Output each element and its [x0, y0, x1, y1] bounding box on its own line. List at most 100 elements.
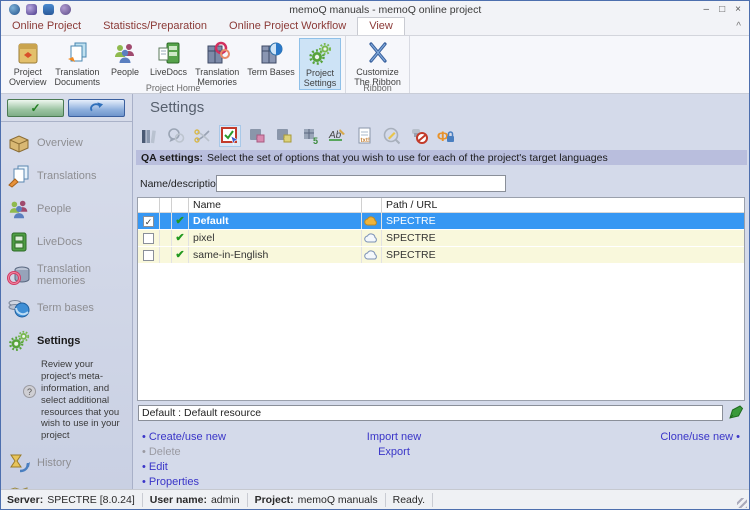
clone-use-new-link[interactable]: Clone/use new•	[660, 431, 743, 443]
ribbon-tabs: Online Project Statistics/Preparation On…	[1, 18, 749, 36]
cloud-resource-icon	[364, 216, 379, 227]
server-administrator-icon[interactable]	[26, 4, 37, 15]
tab-statistics-preparation[interactable]: Statistics/Preparation	[92, 18, 218, 35]
customize-ribbon-icon	[365, 40, 391, 66]
button-label: People	[111, 67, 139, 77]
sidebar-item-livedocs[interactable]: LiveDocs	[1, 225, 132, 258]
overview-icon	[7, 131, 31, 155]
window-controls: – □ ×	[704, 4, 741, 15]
qa-settings-icon[interactable]	[220, 126, 240, 146]
check-icon: ✓	[30, 101, 40, 115]
project-settings-button[interactable]: Project Settings	[299, 38, 342, 90]
term-bases-icon	[258, 40, 284, 66]
translation-memories-icon	[7, 263, 31, 287]
project-overview-button[interactable]: Project Overview	[5, 38, 51, 88]
sidebar-item-people[interactable]: People	[1, 192, 132, 225]
sidebar-item-label: Overview	[37, 137, 83, 149]
status-bar: Server:SPECTRE [8.0.24] User name:admin …	[1, 489, 749, 510]
people-button[interactable]: People	[104, 38, 146, 77]
sidebar-item-history[interactable]: History	[1, 446, 132, 479]
sidebar-item-label: People	[37, 203, 71, 215]
sidebar-item-overview[interactable]: Overview	[1, 126, 132, 159]
stop-word-lists-icon[interactable]	[409, 126, 429, 146]
minimize-button[interactable]: –	[704, 4, 710, 15]
font-substitution-icon[interactable]: Φ	[436, 126, 456, 146]
auto-translation-rules-icon[interactable]: 5	[301, 126, 321, 146]
resource-console-icon[interactable]	[43, 4, 54, 15]
term-bases-button[interactable]: Term Bases	[243, 38, 299, 77]
livedocs-button[interactable]: LiveDocs	[146, 38, 191, 77]
export-link[interactable]: Export	[324, 446, 464, 458]
qa-settings-banner: QA settings: Select the set of options t…	[136, 150, 747, 165]
button-label: Term Bases	[247, 67, 295, 77]
translation-documents-button[interactable]: Translation Documents	[51, 38, 105, 88]
settings-pane: Settings	[134, 94, 749, 489]
tab-online-project[interactable]: Online Project	[1, 18, 92, 35]
row-checkbox[interactable]: ✓	[143, 216, 154, 227]
tm-settings-icon[interactable]	[247, 126, 267, 146]
close-button[interactable]: ×	[735, 4, 741, 15]
ignore-lists-icon[interactable]: Ab	[328, 126, 348, 146]
options-icon[interactable]	[60, 4, 71, 15]
resource-name: same-in-English	[189, 247, 362, 263]
lqa-models-icon[interactable]	[382, 126, 402, 146]
communication-settings-icon[interactable]	[166, 126, 186, 146]
create-use-new-link[interactable]: •Create/use new	[139, 431, 226, 443]
tab-online-project-workflow[interactable]: Online Project Workflow	[218, 18, 357, 35]
general-settings-icon[interactable]	[139, 126, 159, 146]
customize-ribbon-button[interactable]: Customize The Ribbon	[350, 38, 405, 88]
svg-text:txt!: txt!	[361, 138, 370, 144]
sidebar-item-translation-memories[interactable]: Translation memories	[1, 258, 132, 291]
resource-path: SPECTRE	[382, 232, 744, 244]
resource-name: pixel	[189, 230, 362, 246]
resource-table-header: Name Path / URL	[138, 198, 744, 213]
main-area: ✓ Overview Translations	[1, 94, 749, 489]
translation-memories-button[interactable]: Translation Memories	[191, 38, 243, 88]
tab-view[interactable]: View	[357, 17, 405, 35]
resource-name: Default	[189, 213, 362, 229]
maximize-button[interactable]: □	[719, 4, 725, 15]
table-row-default[interactable]: ✓ ✔ Default SPECTRE	[138, 213, 744, 230]
qa-settings-banner-text: Select the set of options that you wish …	[207, 152, 608, 164]
settings-description: ? Review your project's meta-information…	[1, 357, 132, 446]
project-home-sidebar: ✓ Overview Translations	[1, 94, 133, 489]
edit-link[interactable]: •Edit	[139, 461, 168, 473]
sidebar-item-term-bases[interactable]: Term bases	[1, 291, 132, 324]
delete-link[interactable]: •Delete	[139, 446, 181, 458]
settings-icon	[7, 329, 31, 353]
sidebar-item-translations[interactable]: Translations	[1, 159, 132, 192]
import-new-link[interactable]: Import new	[324, 431, 464, 443]
qa-settings-banner-label: QA settings:	[141, 152, 203, 164]
sidebar-item-settings[interactable]: Settings	[1, 324, 132, 357]
help-icon[interactable]: ?	[23, 385, 36, 398]
sidebar-item-label: Settings	[37, 335, 80, 347]
livedocs-settings-icon[interactable]	[274, 126, 294, 146]
memoq-window: memoQ manuals - memoQ online project	[0, 0, 750, 510]
header-name[interactable]: Name	[189, 198, 362, 212]
resource-path: SPECTRE	[382, 249, 744, 261]
titlebar: memoQ manuals - memoQ online project	[1, 1, 749, 18]
row-checkbox[interactable]	[143, 233, 154, 244]
cloud-resource-icon	[364, 250, 379, 261]
header-path-url[interactable]: Path / URL	[382, 199, 744, 211]
translations-icon	[7, 164, 31, 188]
resource-path: SPECTRE	[382, 215, 744, 227]
online-project-icon[interactable]	[9, 4, 20, 15]
edit-resource-icon[interactable]	[728, 404, 744, 420]
table-row-same-in-english[interactable]: ✔ same-in-English SPECTRE	[138, 247, 744, 264]
cloud-resource-icon	[364, 233, 379, 244]
livedocs-icon	[7, 230, 31, 254]
refresh-button[interactable]	[68, 99, 125, 117]
table-row-pixel[interactable]: ✔ pixel SPECTRE	[138, 230, 744, 247]
selected-resource-field[interactable]: Default : Default resource	[138, 405, 723, 421]
export-path-rules-icon[interactable]: txt!	[355, 126, 375, 146]
segmentation-rules-icon[interactable]	[193, 126, 213, 146]
properties-link[interactable]: •Properties	[139, 476, 199, 488]
collapse-ribbon-chevron-icon[interactable]: ^	[736, 21, 741, 32]
apply-button[interactable]: ✓	[7, 99, 64, 117]
ribbon-group-ribbon: Customize The Ribbon Ribbon	[346, 36, 410, 93]
sidebar-action-buttons: ✓	[1, 94, 132, 122]
row-checkbox[interactable]	[143, 250, 154, 261]
name-description-input[interactable]	[216, 175, 506, 192]
resize-grip[interactable]	[737, 498, 747, 508]
